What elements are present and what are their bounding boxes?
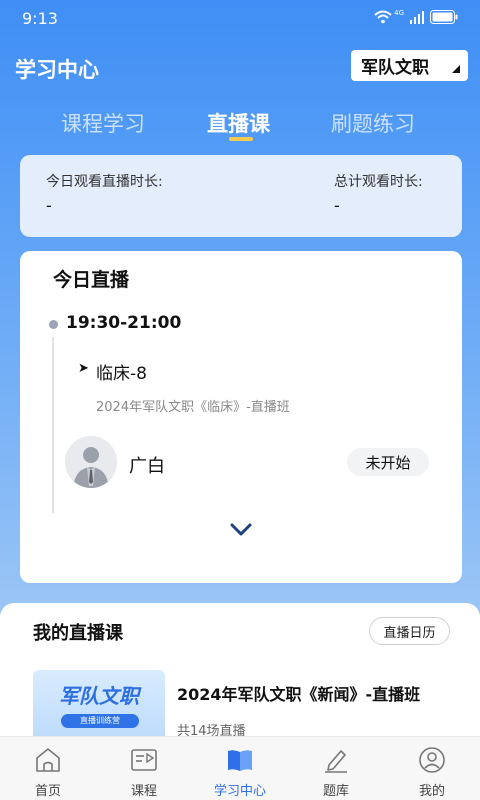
total-watch-value: - bbox=[334, 196, 340, 215]
tab-practice[interactable]: 刷题练习 bbox=[331, 108, 415, 138]
home-icon bbox=[36, 748, 60, 772]
thumbnail-subtitle: 直播训练营 bbox=[61, 714, 139, 728]
page-title: 学习中心 bbox=[15, 58, 99, 82]
signal-icon bbox=[410, 10, 424, 24]
status-time: 9:13 bbox=[22, 9, 58, 28]
live-calendar-button[interactable]: 直播日历 bbox=[369, 617, 450, 645]
nav-home[interactable]: 首页 bbox=[0, 737, 96, 800]
category-dropdown-label: 军队文职 bbox=[361, 58, 429, 78]
teacher-name: 广白 bbox=[129, 456, 165, 477]
status-icons: 4G bbox=[374, 9, 458, 24]
nav-home-label: 首页 bbox=[34, 784, 61, 799]
category-dropdown[interactable]: 军队文职 bbox=[351, 50, 468, 81]
tab-course-study[interactable]: 课程学习 bbox=[61, 108, 145, 138]
live-status-badge: 未开始 bbox=[347, 448, 429, 476]
course-icon bbox=[131, 749, 157, 771]
live-time-range: 19:30-21:00 bbox=[66, 313, 182, 333]
timeline-line bbox=[52, 337, 54, 513]
my-live-title: 我的直播课 bbox=[33, 623, 123, 644]
today-live-card: 今日直播 19:30-21:00 ➤ 临床-8 2024年军队文职《临床》-直播… bbox=[20, 251, 462, 583]
thumbnail-title: 军队文职 bbox=[59, 684, 139, 708]
user-icon bbox=[419, 747, 445, 773]
tab-live-class[interactable]: 直播课 bbox=[207, 108, 270, 138]
teacher-avatar bbox=[65, 436, 117, 488]
live-course-name[interactable]: 临床-8 bbox=[96, 359, 147, 384]
network-type-label: 4G bbox=[394, 9, 404, 17]
today-watch-value: - bbox=[46, 196, 52, 215]
play-arrow-icon: ➤ bbox=[78, 361, 89, 376]
nav-course-label: 课程 bbox=[130, 784, 157, 799]
nav-learning-center-label: 学习中心 bbox=[213, 784, 266, 799]
battery-icon bbox=[430, 10, 458, 24]
nav-course[interactable]: 课程 bbox=[96, 737, 192, 800]
chevron-down-icon[interactable] bbox=[229, 521, 253, 537]
dropdown-triangle-icon bbox=[452, 65, 460, 73]
bottom-nav: 首页 课程 学习中心 题库 我的 bbox=[0, 736, 480, 800]
book-icon bbox=[228, 750, 252, 771]
nav-mine-label: 我的 bbox=[418, 784, 445, 799]
wifi-icon bbox=[374, 10, 392, 24]
active-tab-indicator bbox=[229, 137, 253, 141]
status-bar: 9:13 4G bbox=[0, 0, 480, 38]
nav-learning-center[interactable]: 学习中心 bbox=[192, 737, 288, 800]
pencil-icon bbox=[325, 750, 347, 773]
today-watch-label: 今日观看直播时长: bbox=[46, 174, 163, 190]
nav-mine[interactable]: 我的 bbox=[384, 737, 480, 800]
my-course-title: 2024年军队文职《新闻》-直播班 bbox=[177, 685, 421, 704]
watch-time-card: 今日观看直播时长: 总计观看时长: bbox=[20, 155, 462, 237]
nav-question-bank[interactable]: 题库 bbox=[288, 737, 384, 800]
live-course-subtitle: 2024年军队文职《临床》-直播班 bbox=[96, 400, 290, 415]
learning-tabs: 课程学习 直播课 刷题练习 bbox=[0, 108, 480, 148]
timeline-dot bbox=[49, 320, 58, 329]
nav-question-bank-label: 题库 bbox=[322, 784, 349, 799]
avatar-placeholder-icon bbox=[65, 436, 117, 488]
today-live-title: 今日直播 bbox=[53, 269, 130, 291]
total-watch-label: 总计观看时长: bbox=[334, 174, 423, 190]
